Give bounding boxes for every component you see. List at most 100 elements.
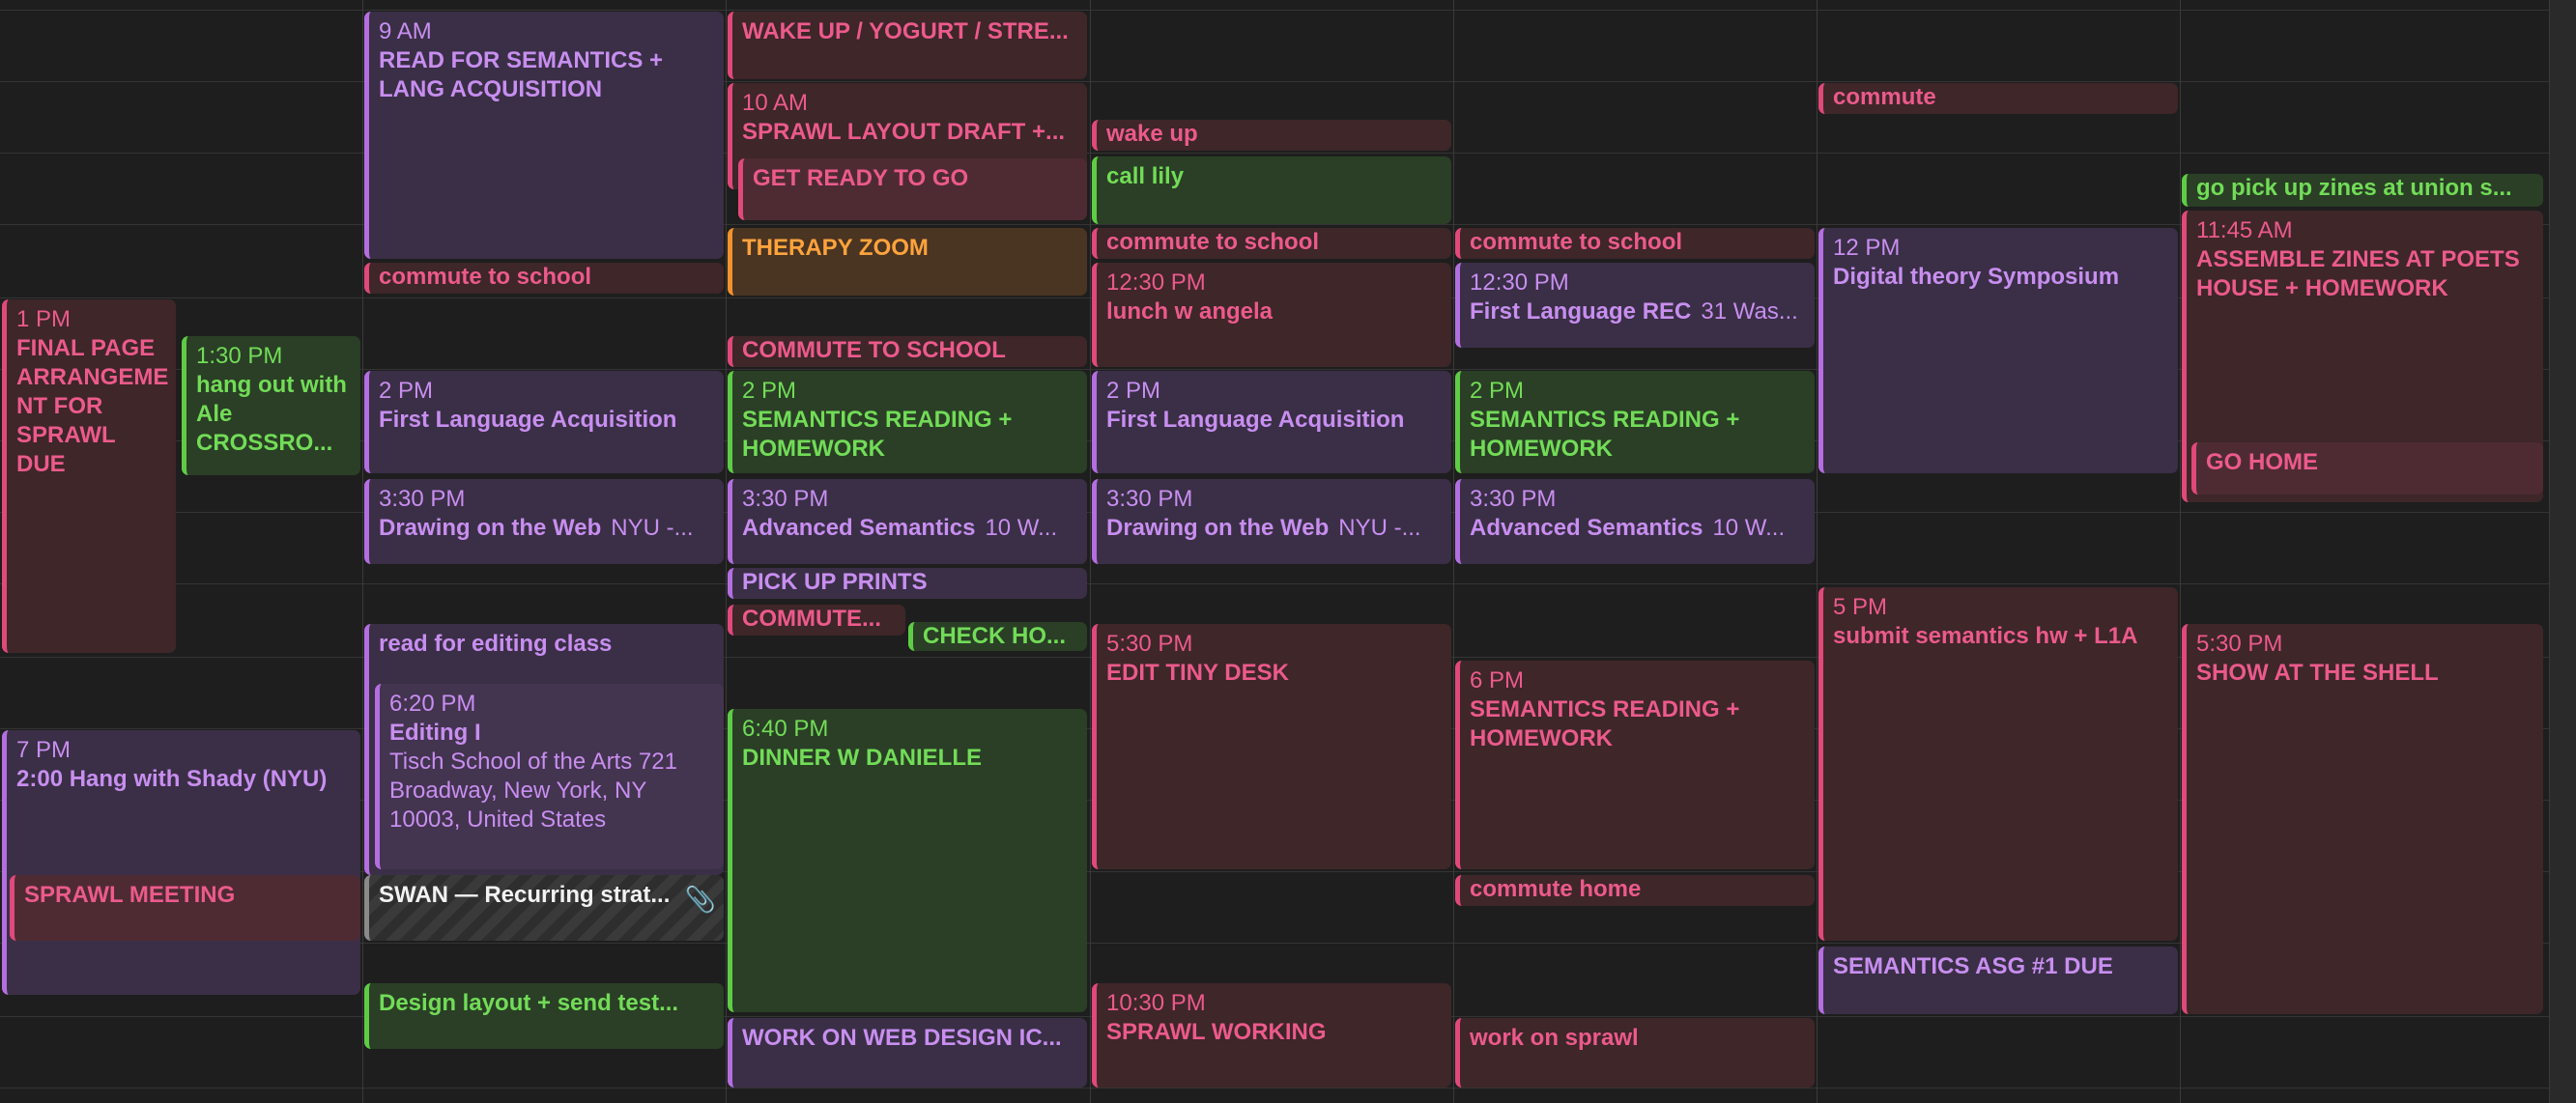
event-semantics-asg[interactable]: SEMANTICS ASG #1 DUE <box>1818 947 2178 1014</box>
event-title: COMMUTE TO SCHOOL <box>742 337 1006 363</box>
event-sprawl-meeting[interactable]: SPRAWL MEETING <box>10 875 360 941</box>
event-title: commute to school <box>1470 229 1683 255</box>
event-drawing-web[interactable]: 3:30 PM Drawing on the Web NYU -... <box>364 479 724 564</box>
event-title: Editing I <box>389 720 481 746</box>
event-title: GO HOME <box>2206 449 2319 475</box>
event-edit-tiny-desk[interactable]: 5:30 PM EDIT TINY DESK <box>1092 624 1451 869</box>
event-final-page[interactable]: 1 PM FINAL PAGE ARRANGEME NT FOR SPRAWL … <box>2 299 176 653</box>
paperclip-icon: 📎 <box>684 885 716 914</box>
event-title: First Language Acquisition <box>379 407 677 433</box>
event-time: 2 PM <box>1470 378 1525 404</box>
event-advanced-semantics[interactable]: 3:30 PM Advanced Semantics 10 W... <box>728 479 1087 564</box>
hour-line <box>0 10 2549 11</box>
event-commute-short[interactable]: COMMUTE... <box>728 605 905 636</box>
event-title: commute to school <box>1106 229 1320 255</box>
event-title: Digital theory Symposium <box>1833 264 2120 290</box>
event-read-semantics[interactable]: 9 AM READ FOR SEMANTICS + LANG ACQUISITI… <box>364 12 724 259</box>
event-title: First Language Acquisition <box>1106 407 1405 433</box>
event-title: SPRAWL LAYOUT DRAFT +... <box>742 119 1066 145</box>
event-title: First Language REC 31 Was... <box>1470 297 1805 326</box>
event-wake-yogurt[interactable]: WAKE UP / YOGURT / STRE... <box>728 12 1087 79</box>
event-time: 5:30 PM <box>1106 631 1193 657</box>
event-therapy-zoom[interactable]: THERAPY ZOOM <box>728 228 1087 296</box>
event-digital-theory[interactable]: 12 PM Digital theory Symposium <box>1818 228 2178 473</box>
event-title: call lily <box>1106 163 1185 189</box>
event-dinner-danielle[interactable]: 6:40 PM DINNER W DANIELLE <box>728 709 1087 1012</box>
event-title: commute to school <box>379 264 592 290</box>
event-title: hang out with Ale CROSSRO... <box>196 372 347 456</box>
event-commute[interactable]: commute <box>1818 83 2178 114</box>
event-title: FINAL PAGE ARRANGEME NT FOR SPRAWL DUE <box>16 335 169 477</box>
event-title: PICK UP PRINTS <box>742 569 928 595</box>
event-title: commute home <box>1470 876 1642 902</box>
event-commute-school[interactable]: commute to school <box>364 263 724 294</box>
event-work-on-sprawl[interactable]: work on sprawl <box>1455 1018 1815 1088</box>
event-title: Design layout + send test... <box>379 990 679 1016</box>
event-title: SPRAWL WORKING <box>1106 1019 1327 1045</box>
event-semantics-reading[interactable]: 2 PM SEMANTICS READING + HOMEWORK <box>728 371 1087 473</box>
event-lunch-angela[interactable]: 12:30 PM lunch w angela <box>1092 263 1451 367</box>
event-title: SWAN — Recurring strat... <box>379 882 671 908</box>
event-title: work on sprawl <box>1470 1025 1639 1051</box>
event-drawing-web[interactable]: 3:30 PM Drawing on the Web NYU -... <box>1092 479 1451 564</box>
event-title: SEMANTICS READING + HOMEWORK <box>1470 696 1740 751</box>
day-divider <box>1453 0 1454 1103</box>
event-time: 10 AM <box>742 90 809 116</box>
event-advanced-semantics[interactable]: 3:30 PM Advanced Semantics 10 W... <box>1455 479 1815 564</box>
event-time: 2 PM <box>742 378 797 404</box>
event-web-design[interactable]: WORK ON WEB DESIGN IC... <box>728 1018 1087 1088</box>
event-commute-home[interactable]: commute home <box>1455 875 1815 906</box>
event-location: NYU -... <box>1338 515 1421 541</box>
event-title: DINNER W DANIELLE <box>742 745 982 771</box>
event-commute-school[interactable]: commute to school <box>1455 228 1815 259</box>
event-sprawl-working[interactable]: 10:30 PM SPRAWL WORKING <box>1092 983 1451 1088</box>
event-title: ASSEMBLE ZINES AT POETS HOUSE + HOMEWORK <box>2196 246 2520 301</box>
event-show-shell[interactable]: 5:30 PM SHOW AT THE SHELL <box>2182 624 2543 1014</box>
event-design-layout[interactable]: Design layout + send test... <box>364 983 724 1049</box>
event-go-home[interactable]: GO HOME <box>2191 442 2543 495</box>
scrollbar[interactable] <box>2549 0 2576 1103</box>
event-hang-shady[interactable]: 7 PM 2:00 Hang with Shady (NYU) <box>2 730 360 995</box>
event-commute-school[interactable]: commute to school <box>1092 228 1451 259</box>
event-call-lily[interactable]: call lily <box>1092 156 1451 224</box>
day-divider <box>1090 0 1091 1103</box>
event-time: 12 PM <box>1833 235 1901 261</box>
event-title: SHOW AT THE SHELL <box>2196 660 2439 686</box>
event-hang-ale[interactable]: 1:30 PM hang out with Ale CROSSRO... <box>182 336 360 475</box>
event-submit-semantics[interactable]: 5 PM submit semantics hw + L1A <box>1818 587 2178 941</box>
event-title: SPRAWL MEETING <box>24 882 236 908</box>
event-title: commute <box>1833 84 1936 110</box>
event-first-language[interactable]: 2 PM First Language Acquisition <box>364 371 724 473</box>
event-title: wake up <box>1106 121 1198 147</box>
event-pick-up-zines[interactable]: go pick up zines at union s... <box>2182 174 2543 207</box>
event-title: read for editing class <box>379 631 613 657</box>
event-time: 2 PM <box>1106 378 1161 404</box>
event-title: WORK ON WEB DESIGN IC... <box>742 1025 1062 1051</box>
event-semantics-reading[interactable]: 2 PM SEMANTICS READING + HOMEWORK <box>1455 371 1815 473</box>
day-divider <box>1817 0 1818 1103</box>
event-title: THERAPY ZOOM <box>742 235 929 261</box>
event-title: SEMANTICS READING + HOMEWORK <box>1470 407 1740 462</box>
hour-line <box>0 1088 2549 1089</box>
event-first-language-rec[interactable]: 12:30 PM First Language REC 31 Was... <box>1455 263 1815 348</box>
event-title-text: Advanced Semantics <box>742 515 976 541</box>
event-time: 6:40 PM <box>742 716 829 742</box>
event-time: 6:20 PM <box>389 691 476 717</box>
event-swan[interactable]: SWAN — Recurring strat... 📎 <box>364 875 724 941</box>
event-location: 31 Was... <box>1701 298 1798 325</box>
event-get-ready[interactable]: GET READY TO GO <box>738 158 1087 220</box>
event-time: 3:30 PM <box>1470 486 1557 512</box>
event-time: 2 PM <box>379 378 434 404</box>
event-time: 12:30 PM <box>1106 269 1206 296</box>
event-semantics-reading-6pm[interactable]: 6 PM SEMANTICS READING + HOMEWORK <box>1455 661 1815 869</box>
event-commute-school-caps[interactable]: COMMUTE TO SCHOOL <box>728 336 1087 367</box>
hour-line <box>0 943 2549 944</box>
event-editing-i[interactable]: 6:20 PM Editing I Tisch School of the Ar… <box>375 684 724 869</box>
event-check-ho[interactable]: CHECK HO... <box>908 622 1087 651</box>
event-first-language[interactable]: 2 PM First Language Acquisition <box>1092 371 1451 473</box>
event-title-text: Drawing on the Web <box>1106 515 1330 541</box>
event-wake-up[interactable]: wake up <box>1092 120 1451 151</box>
event-title-text: Advanced Semantics <box>1470 515 1703 541</box>
event-pick-up-prints[interactable]: PICK UP PRINTS <box>728 568 1087 599</box>
event-time: 10:30 PM <box>1106 990 1206 1016</box>
